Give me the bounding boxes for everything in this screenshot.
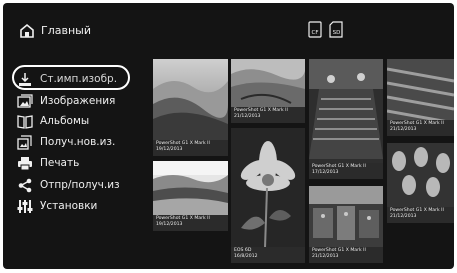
menu-item-images[interactable]: Изображения (17, 91, 137, 111)
photo-flower (231, 128, 305, 263)
menu-label-albums: Альбомы (40, 115, 90, 127)
thumbnail-caption: PowerShot G1 X Mark II 19/12/2013 (153, 215, 228, 231)
image-thumbnail[interactable]: PowerShot G1 X Mark II 21/12/2013 (387, 143, 454, 223)
home-icon (20, 23, 34, 38)
image-thumbnail[interactable]: PowerShot G1 X Mark II 19/12/2013 (153, 161, 228, 231)
menu-item-import[interactable]: Ст.имп.изобр. (17, 69, 137, 89)
thumbnail-date: 21/12/2013 (390, 214, 417, 219)
menu-label-print: Печать (40, 157, 80, 169)
home-screen: Главный CF SD Ст.имп.изобр. Изображения … (3, 3, 454, 269)
menu-label-import: Ст.имп.изобр. (40, 73, 118, 85)
thumbnail-caption: PowerShot G1 X Mark II 21/12/2013 (309, 247, 383, 263)
cf-card-label: CF (311, 30, 318, 36)
new-images-icon (17, 135, 32, 150)
thumbnail-caption: EOS 6D 16/8/2012 (231, 247, 305, 263)
image-thumbnail[interactable]: PowerShot G1 X Mark II 21/12/2013 (231, 59, 305, 123)
photo-street-lanterns (309, 59, 383, 179)
menu-item-albums[interactable]: Альбомы (17, 111, 137, 131)
menu-label-images: Изображения (40, 95, 116, 107)
screen-title: Главный (41, 24, 91, 37)
share-icon (18, 178, 32, 193)
thumbnail-date: 19/12/2013 (156, 147, 183, 152)
thumbnail-caption: PowerShot G1 X Mark II 21/12/2013 (387, 120, 454, 136)
albums-icon (17, 115, 33, 129)
thumbnail-caption: PowerShot G1 X Mark II 21/12/2013 (231, 107, 305, 123)
image-thumbnail[interactable]: PowerShot G1 X Mark II 21/12/2013 (387, 59, 454, 136)
image-thumbnail[interactable]: PowerShot G1 X Mark II 19/12/2013 (153, 59, 228, 156)
thumbnail-date: 21/12/2013 (312, 254, 339, 259)
menu-item-print[interactable]: Печать (17, 153, 137, 173)
menu-label-settings: Установки (40, 200, 98, 212)
thumbnail-caption: PowerShot G1 X Mark II 17/12/2013 (309, 163, 383, 179)
image-thumbnail[interactable]: PowerShot G1 X Mark II 17/12/2013 (309, 59, 383, 179)
cf-card-icon[interactable]: CF (308, 21, 322, 38)
printer-icon (18, 157, 32, 171)
thumbnail-caption: PowerShot G1 X Mark II 21/12/2013 (387, 207, 454, 223)
thumbnail-date: 19/12/2013 (156, 222, 183, 227)
thumbnail-caption: PowerShot G1 X Mark II 19/12/2013 (153, 140, 228, 156)
menu-label-new-images: Получ.нов.из. (40, 136, 116, 148)
thumbnail-date: 17/12/2013 (312, 170, 339, 175)
thumbnail-date: 21/12/2013 (234, 114, 261, 119)
settings-icon (17, 200, 33, 213)
image-thumbnail[interactable]: EOS 6D 16/8/2012 (231, 128, 305, 263)
thumbnail-date: 16/8/2012 (234, 254, 258, 259)
image-thumbnail[interactable]: PowerShot G1 X Mark II 21/12/2013 (309, 186, 383, 263)
images-icon (17, 94, 33, 108)
import-icon (19, 73, 31, 86)
menu-item-share[interactable]: Отпр/получ.из (17, 175, 137, 195)
menu-label-share: Отпр/получ.из (40, 179, 120, 191)
sd-card-label: SD (333, 30, 341, 36)
thumbnail-date: 21/12/2013 (390, 127, 417, 132)
menu-item-settings[interactable]: Установки (17, 196, 137, 216)
sd-card-icon[interactable]: SD (329, 21, 343, 38)
menu-item-new-images[interactable]: Получ.нов.из. (17, 132, 137, 152)
